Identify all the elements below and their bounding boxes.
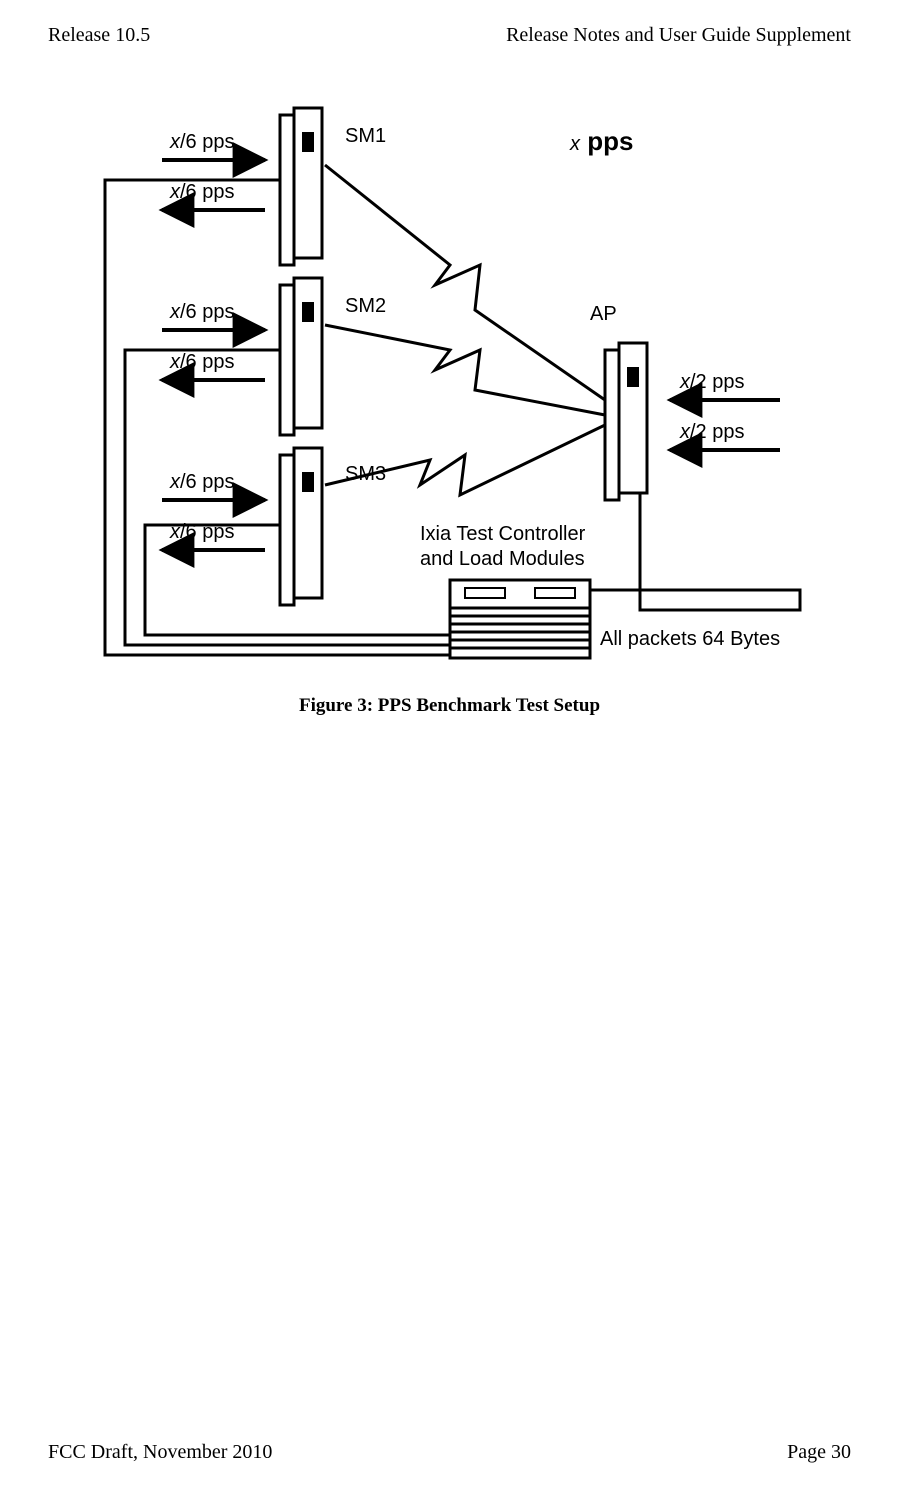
header-right: Release Notes and User Guide Supplement bbox=[506, 24, 851, 47]
header-left: Release 10.5 bbox=[48, 24, 150, 47]
rate-sm2-out: x/6 pps bbox=[169, 351, 234, 373]
rate-ap-in: x/2 pps bbox=[679, 371, 744, 393]
sm-devices bbox=[280, 108, 322, 605]
label-sm3: SM3 bbox=[345, 463, 386, 485]
rate-sm3-out: x/6 pps bbox=[169, 521, 234, 543]
label-sm1: SM1 bbox=[345, 125, 386, 147]
label-sm2: SM2 bbox=[345, 295, 386, 317]
footer-right: Page 30 bbox=[787, 1441, 851, 1464]
label-x-pps: x pps bbox=[569, 126, 633, 156]
label-ixia-2: and Load Modules bbox=[420, 548, 585, 570]
footer-left: FCC Draft, November 2010 bbox=[48, 1441, 272, 1464]
rate-ap-out: x/2 pps bbox=[679, 421, 744, 443]
wireless-links bbox=[325, 165, 605, 495]
page: Release 10.5 Release Notes and User Guid… bbox=[0, 0, 899, 1496]
label-packets: All packets 64 Bytes bbox=[600, 628, 780, 650]
rate-sm1-out: x/6 pps bbox=[169, 181, 234, 203]
label-ap: AP bbox=[590, 303, 617, 325]
diagram-svg: SM1 SM2 SM3 AP x pps x/6 pps x/6 pps x/6… bbox=[80, 90, 820, 660]
figure-pps-benchmark: SM1 SM2 SM3 AP x pps x/6 pps x/6 pps x/6… bbox=[80, 90, 820, 660]
rate-sm2-in: x/6 pps bbox=[169, 301, 234, 323]
figure-caption: Figure 3: PPS Benchmark Test Setup bbox=[0, 695, 899, 717]
sm2-device bbox=[280, 278, 322, 435]
rate-sm1-in: x/6 pps bbox=[169, 131, 234, 153]
ixia-controller-icon bbox=[450, 580, 590, 658]
sm3-device bbox=[280, 448, 322, 605]
label-ixia-1: Ixia Test Controller bbox=[420, 523, 586, 545]
rate-sm3-in: x/6 pps bbox=[169, 471, 234, 493]
sm1-device bbox=[280, 108, 322, 265]
ap-device bbox=[605, 343, 647, 500]
